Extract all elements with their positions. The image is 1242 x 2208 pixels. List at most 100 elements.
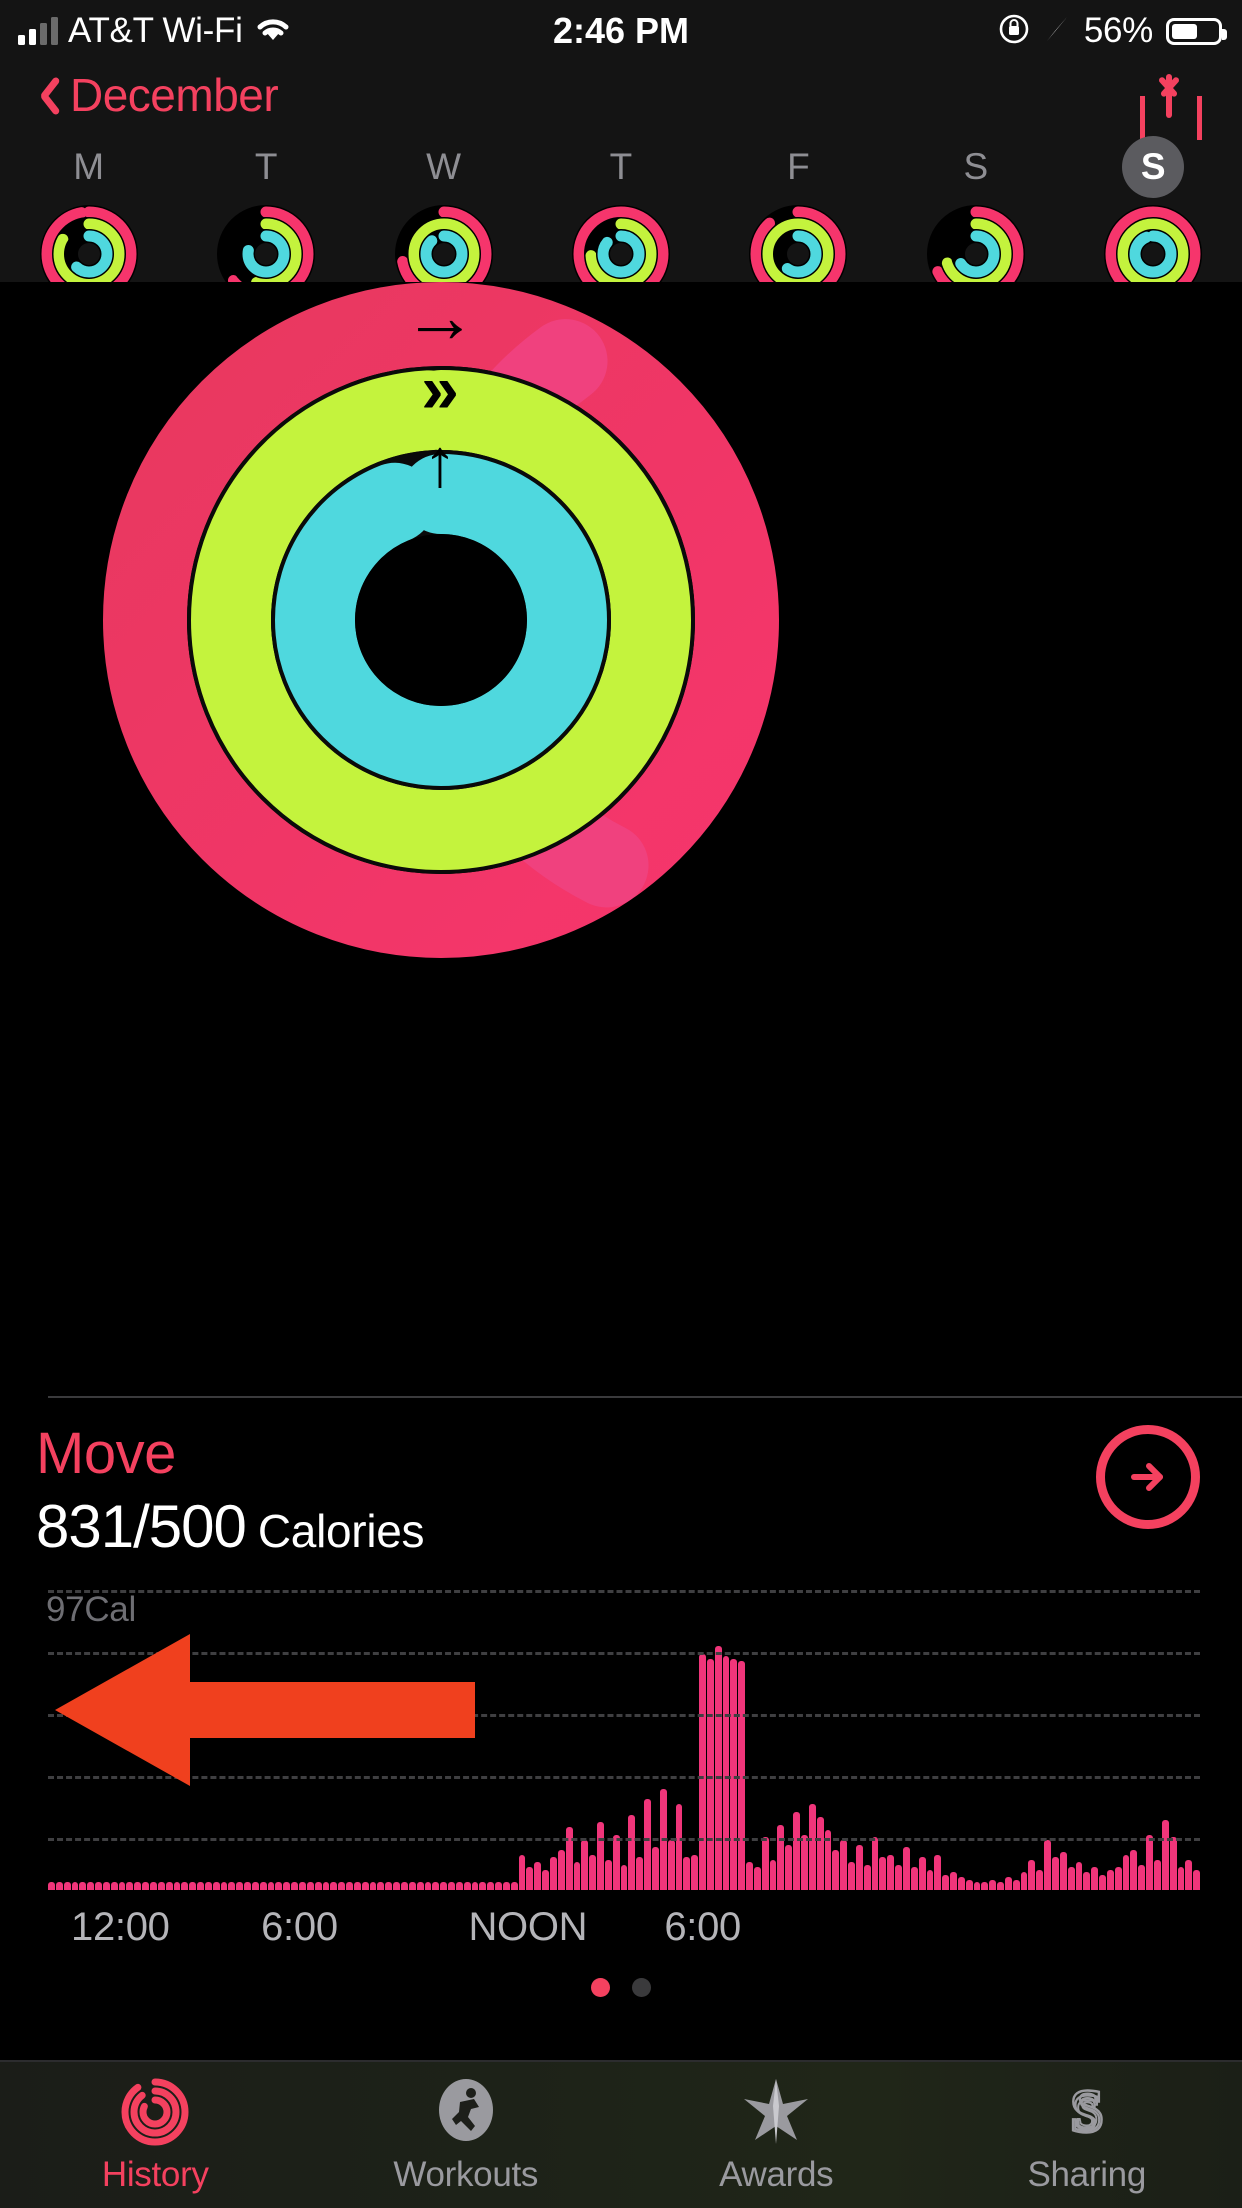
chart-bar xyxy=(1130,1849,1138,1890)
chart-bar xyxy=(667,1839,675,1890)
page-dot-1[interactable] xyxy=(632,1978,651,1997)
chart-bar xyxy=(683,1857,691,1890)
chart-bar xyxy=(848,1862,855,1890)
chart-bar xyxy=(589,1854,597,1890)
chart-bar xyxy=(895,1864,902,1890)
chart-bar xyxy=(102,1882,110,1890)
running-person-icon xyxy=(429,2075,503,2149)
chart-bar xyxy=(1185,1859,1193,1890)
chart-bar xyxy=(1028,1859,1036,1890)
chart-bar xyxy=(620,1864,628,1890)
move-bar-chart[interactable] xyxy=(0,1590,1242,1890)
activity-rings-panel[interactable]: → » ↑ xyxy=(0,275,1242,972)
week-day-letter: M xyxy=(73,146,105,187)
svg-text:S: S xyxy=(1076,2091,1098,2136)
chart-bar xyxy=(495,1882,502,1890)
chart-bar xyxy=(753,1867,761,1890)
chart-bar xyxy=(777,1824,785,1890)
chart-peak-label: 97Cal xyxy=(46,1590,136,1629)
tab-awards-label: Awards xyxy=(719,2155,834,2194)
chart-bar xyxy=(534,1862,542,1890)
activity-app-screen: AT&T Wi-Fi 2:46 PM 56% December M T W T … xyxy=(0,0,1242,2208)
chart-x-tick: 6:00 xyxy=(261,1905,338,1949)
chart-bar xyxy=(942,1874,950,1890)
chart-bar xyxy=(675,1804,683,1890)
chart-bar xyxy=(79,1882,87,1890)
chart-bar xyxy=(455,1882,463,1890)
chart-bar xyxy=(542,1869,549,1890)
chart-bar xyxy=(479,1882,487,1890)
chart-bar xyxy=(879,1857,887,1890)
chart-bar xyxy=(691,1854,699,1890)
chart-bar xyxy=(87,1882,95,1890)
chart-bar xyxy=(1169,1837,1177,1890)
chart-bar xyxy=(1193,1869,1201,1890)
tab-sharing-label: Sharing xyxy=(1027,2155,1147,2194)
move-section-value: 831/500 Calories xyxy=(36,1492,425,1561)
location-arrow-icon xyxy=(1043,14,1071,49)
chart-bar xyxy=(981,1882,989,1890)
chart-bar xyxy=(965,1879,973,1890)
chart-bar xyxy=(63,1882,71,1890)
page-indicator[interactable] xyxy=(0,1978,1242,1997)
chart-bar xyxy=(950,1872,957,1890)
chart-bar xyxy=(636,1857,644,1890)
chart-bar xyxy=(71,1882,79,1890)
chart-bar xyxy=(597,1822,604,1890)
chart-bar xyxy=(1138,1864,1146,1890)
chart-bar xyxy=(463,1882,471,1890)
chart-bar xyxy=(785,1844,793,1890)
tab-workouts-label: Workouts xyxy=(393,2155,539,2194)
chart-bar xyxy=(518,1854,526,1890)
chart-bar xyxy=(1091,1867,1099,1890)
chart-bar xyxy=(1099,1874,1106,1890)
chart-bar xyxy=(1161,1819,1169,1890)
chart-bar xyxy=(871,1837,879,1890)
chart-bar xyxy=(142,1882,149,1890)
chart-bar xyxy=(346,1882,353,1890)
chart-bar xyxy=(385,1882,393,1890)
chart-bar xyxy=(212,1882,220,1890)
chart-bar xyxy=(1083,1872,1091,1890)
arrow-up-icon: ↑ xyxy=(423,425,457,501)
chart-bar xyxy=(448,1882,455,1890)
chart-bar xyxy=(1067,1867,1075,1890)
share-button[interactable] xyxy=(1138,72,1204,146)
chart-bar xyxy=(157,1882,165,1890)
week-day-letter: S xyxy=(963,146,989,187)
chart-bar xyxy=(353,1882,361,1890)
tab-history[interactable]: History xyxy=(0,2062,311,2208)
tab-workouts[interactable]: Workouts xyxy=(311,2062,622,2208)
chart-bar xyxy=(997,1882,1004,1890)
tab-sharing[interactable]: S S S Sharing xyxy=(932,2062,1242,2208)
chart-bar xyxy=(910,1867,918,1890)
chart-bar xyxy=(1052,1857,1059,1890)
chart-gridline xyxy=(48,1652,1200,1655)
week-day-letter: F xyxy=(787,146,810,187)
double-chevron-right-icon: » xyxy=(421,351,459,427)
chart-bar xyxy=(251,1882,259,1890)
chart-bar xyxy=(416,1882,424,1890)
arrow-right-icon: → xyxy=(403,275,477,358)
chart-bar xyxy=(314,1882,322,1890)
battery-percent-label: 56% xyxy=(1083,11,1153,50)
move-value-units: Calories xyxy=(257,1505,425,1557)
chart-bar xyxy=(840,1839,848,1890)
chart-bar xyxy=(989,1879,997,1890)
chart-bar xyxy=(808,1804,816,1890)
page-dot-0[interactable] xyxy=(591,1978,610,1997)
move-detail-button[interactable] xyxy=(1096,1425,1200,1529)
chart-bar xyxy=(165,1882,173,1890)
chart-bar xyxy=(581,1839,589,1890)
chart-bar xyxy=(173,1882,181,1890)
activity-rings-graphic xyxy=(103,282,779,958)
chart-bar xyxy=(1075,1862,1083,1890)
chart-bar xyxy=(1153,1859,1161,1890)
chart-bar xyxy=(181,1882,189,1890)
chart-bar xyxy=(957,1877,965,1890)
back-button[interactable]: December xyxy=(30,68,279,122)
tab-awards[interactable]: Awards xyxy=(621,2062,932,2208)
chart-bar xyxy=(722,1656,730,1890)
chart-bar xyxy=(369,1882,377,1890)
chart-bar xyxy=(275,1882,283,1890)
